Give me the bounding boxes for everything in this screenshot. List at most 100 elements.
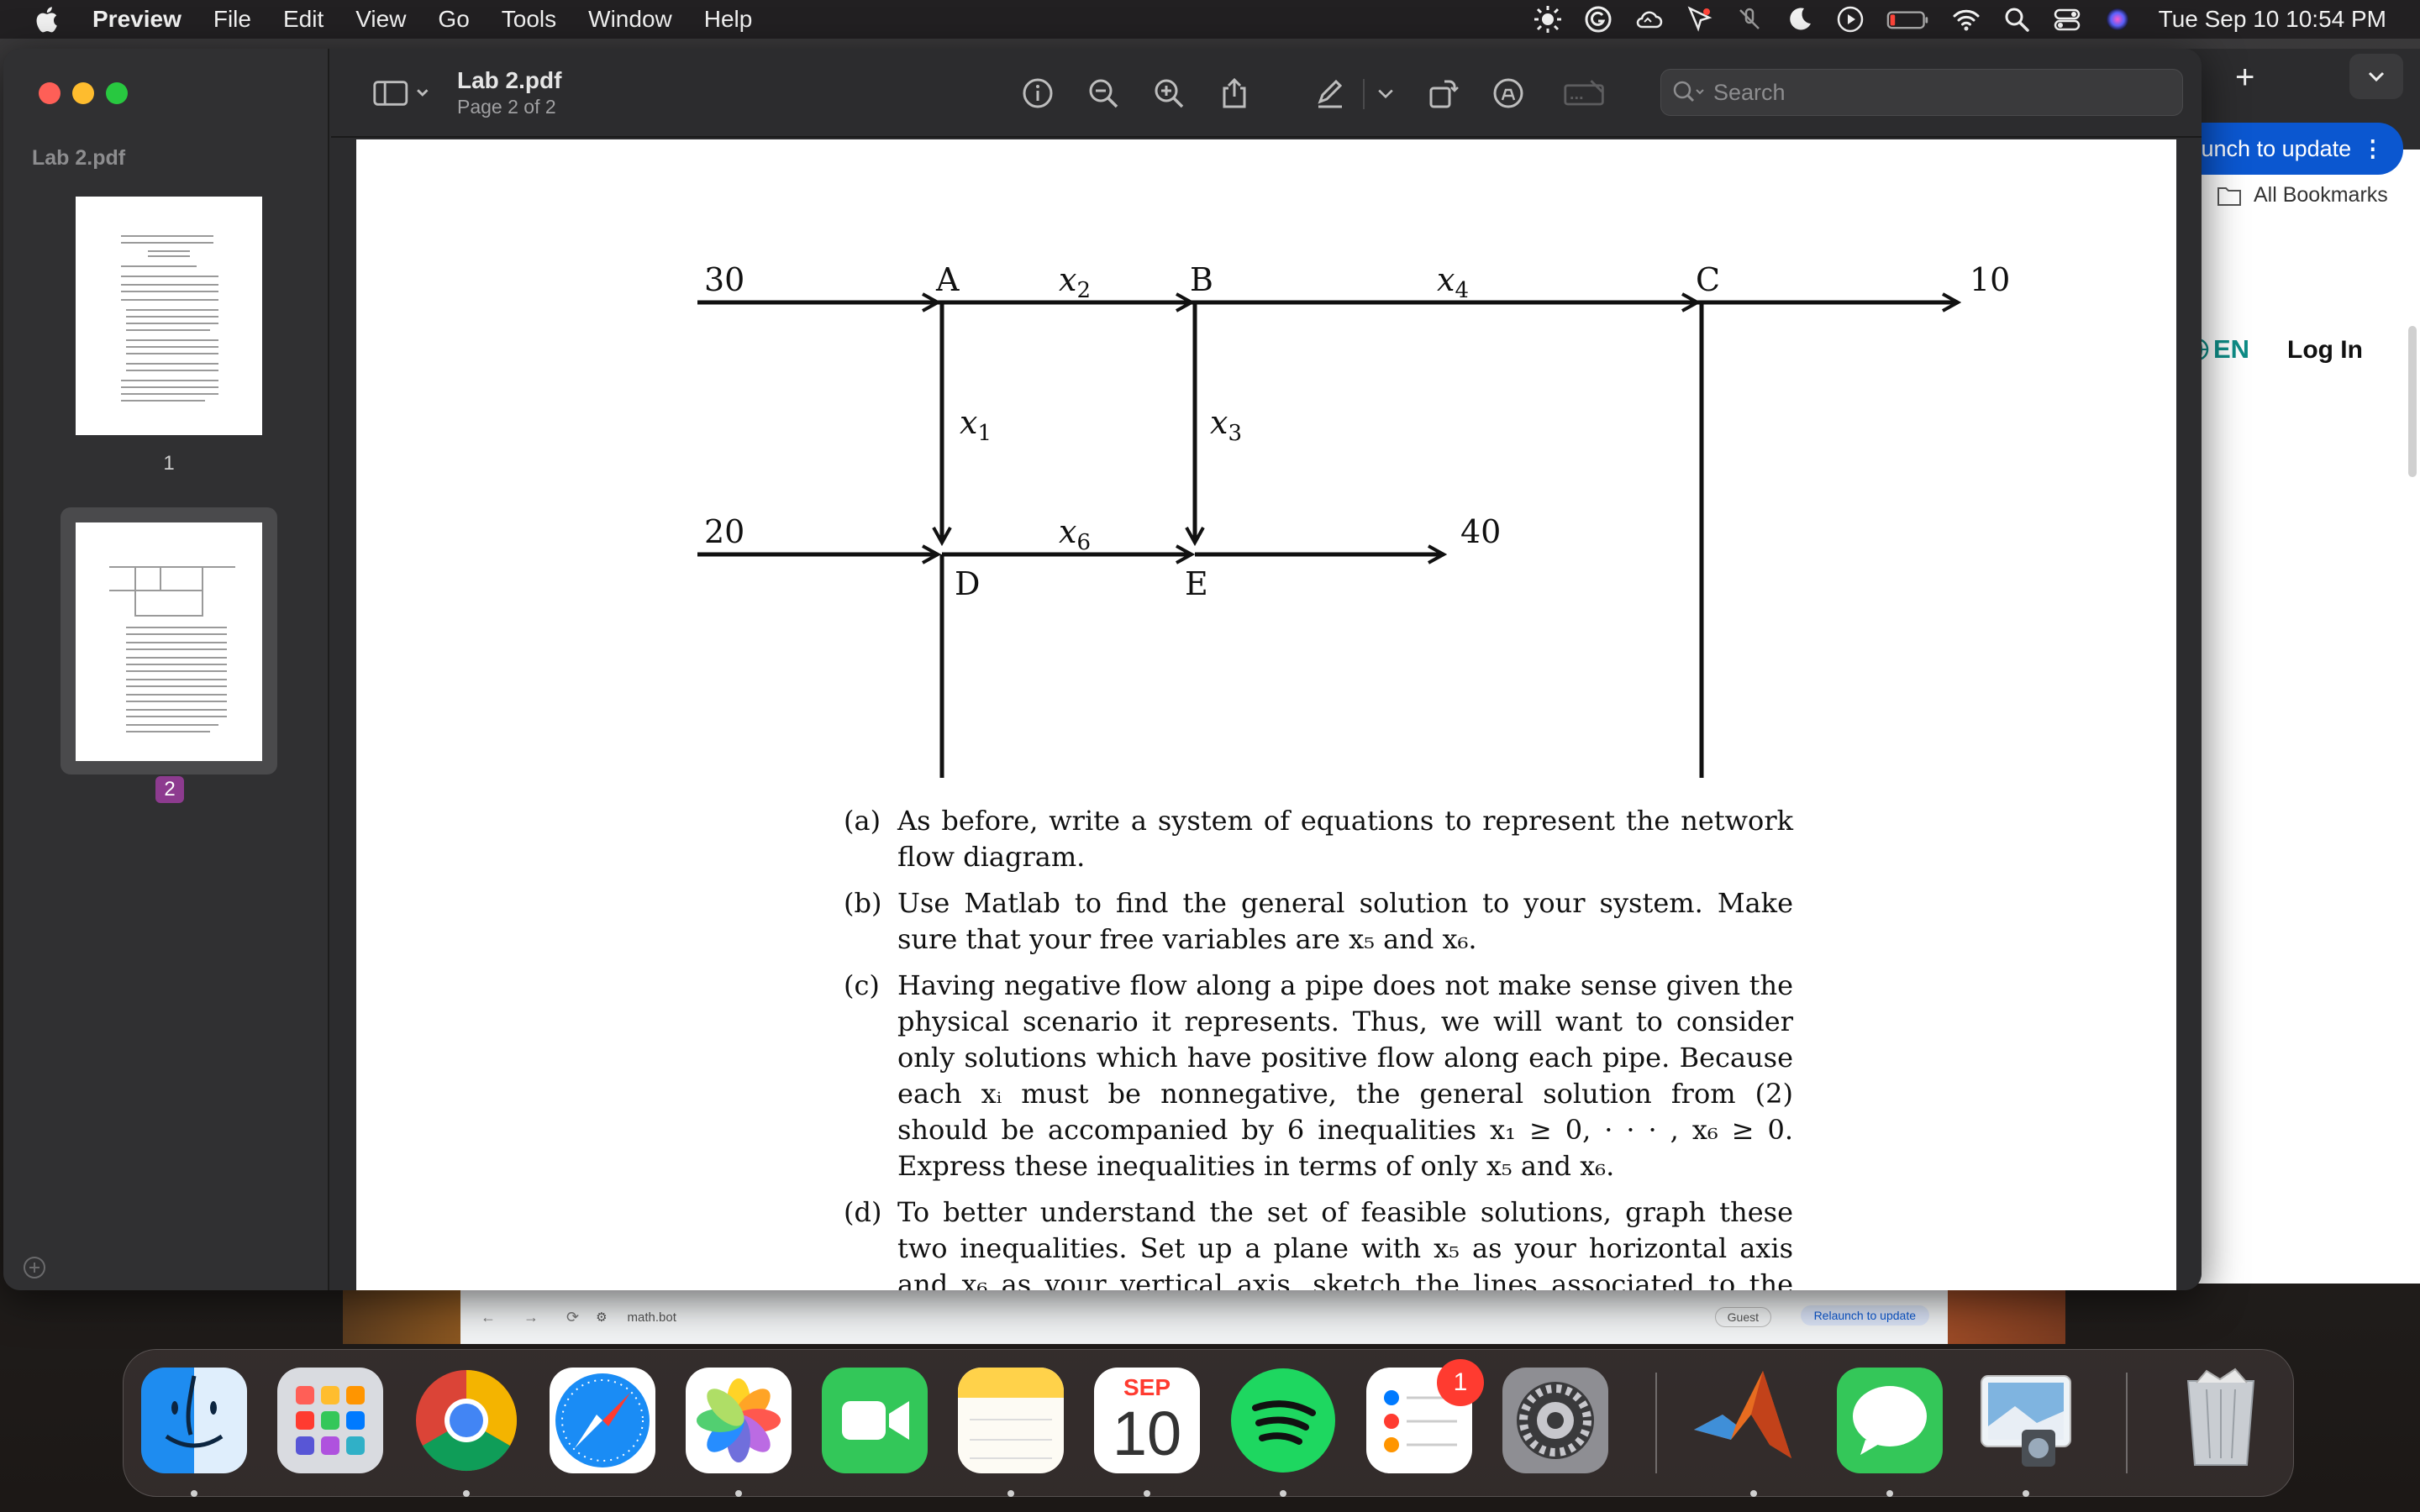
question-text: To better understand the set of feasible… — [897, 1196, 1793, 1290]
menu-app-preview[interactable]: Preview — [92, 6, 182, 33]
dock-preview[interactable] — [1973, 1368, 2079, 1473]
markup-pen-button[interactable] — [1311, 74, 1349, 113]
node-d-label: D — [955, 565, 980, 602]
question-a: (a) As before, write a system of equatio… — [844, 803, 1793, 875]
menu-go[interactable]: Go — [438, 6, 469, 33]
preview-window: Lab 2.pdf 1 2 Lab 2.pdf Page 2 of 2 Sear… — [3, 49, 2202, 1290]
zoom-in-button[interactable] — [1150, 74, 1188, 113]
question-c: (c) Having negative flow along a pipe do… — [844, 968, 1793, 1184]
menubar: Preview File Edit View Go Tools Window H… — [0, 0, 2420, 39]
minimize-window-button[interactable] — [72, 82, 94, 104]
apple-menu-icon[interactable] — [34, 5, 59, 34]
var-x4-label: x4 — [1437, 261, 1469, 303]
menu-window[interactable]: Window — [588, 6, 672, 33]
menubar-clock[interactable]: Tue Sep 10 10:54 PM — [2159, 6, 2386, 33]
scrollbar[interactable] — [2408, 326, 2417, 477]
site-info-icon[interactable]: ⚙ — [596, 1310, 607, 1325]
status-area: Tue Sep 10 10:54 PM — [1513, 0, 2386, 39]
dock-photos[interactable] — [686, 1368, 792, 1473]
dock-launchpad[interactable] — [277, 1368, 383, 1473]
menu-view[interactable]: View — [355, 6, 406, 33]
running-indicator — [463, 1490, 470, 1497]
close-window-button[interactable] — [39, 82, 60, 104]
wifi-icon[interactable] — [1950, 3, 1982, 35]
dock-notes[interactable] — [958, 1368, 1064, 1473]
node-e-label: E — [1185, 565, 1208, 602]
zoom-out-icon — [1089, 79, 1118, 108]
running-indicator — [1280, 1490, 1286, 1497]
menu-help[interactable]: Help — [704, 6, 753, 33]
cloud-sync-icon[interactable] — [1633, 3, 1665, 35]
relaunch-to-update-button[interactable]: Relaunch to update ⋮ — [2185, 123, 2403, 175]
new-tab-icon[interactable]: + — [2235, 59, 2254, 97]
mic-off-icon[interactable] — [1733, 3, 1765, 35]
markup-menu-button[interactable] — [1373, 74, 1398, 113]
question-label: (b) — [844, 887, 882, 919]
zoom-window-button[interactable] — [106, 82, 128, 104]
dock-calendar[interactable]: SEP 10 — [1094, 1368, 1200, 1473]
question-label: (d) — [844, 1196, 882, 1228]
cursor-icon[interactable] — [1683, 3, 1715, 35]
sidebar-toggle-button[interactable] — [370, 74, 437, 113]
siri-icon[interactable] — [2102, 3, 2133, 35]
dock-matlab[interactable] — [1689, 1364, 1795, 1470]
annotate-button[interactable] — [1489, 74, 1528, 113]
page-thumbnail-1[interactable] — [76, 197, 262, 435]
matlab-icon — [1694, 1371, 1791, 1458]
facetime-icon — [842, 1401, 909, 1440]
grammarly-icon[interactable] — [1582, 3, 1614, 35]
outflow-10-label: 10 — [1970, 261, 2010, 298]
dock-finder[interactable] — [141, 1368, 247, 1473]
menu-file[interactable]: File — [213, 6, 251, 33]
document-viewport[interactable]: 30 20 10 40 A B C D E x2 x4 x1 x3 x6 x5 … — [331, 139, 2202, 1290]
question-text: Having negative flow along a pipe does n… — [897, 969, 1793, 1182]
sidebar-icon — [373, 81, 429, 106]
nav-buttons-icon[interactable]: ← → ⟳ — [481, 1309, 591, 1326]
share-button[interactable] — [1215, 74, 1254, 113]
dock-messages[interactable] — [1837, 1368, 1943, 1473]
rotate-button[interactable] — [1423, 74, 1462, 113]
page-indicator: Page 2 of 2 — [457, 96, 556, 118]
search-input[interactable] — [1713, 79, 2167, 106]
control-center-icon[interactable] — [2051, 3, 2083, 35]
chrome-icon — [416, 1370, 518, 1472]
moon-icon[interactable] — [1784, 3, 1816, 35]
rotate-icon — [1429, 80, 1459, 108]
toolbar-divider — [1363, 79, 1365, 109]
search-field[interactable] — [1660, 69, 2183, 116]
question-label: (a) — [844, 805, 881, 837]
messages-icon — [1853, 1386, 1927, 1455]
folder-icon — [2217, 186, 2241, 206]
notes-icon — [958, 1368, 1064, 1459]
menu-tools[interactable]: Tools — [502, 6, 556, 33]
running-indicator — [1144, 1490, 1150, 1497]
form-filling-button[interactable] — [1561, 74, 1608, 113]
dock-facetime[interactable] — [822, 1368, 928, 1473]
zoom-out-button[interactable] — [1084, 74, 1123, 113]
inflow-20-label: 20 — [704, 513, 744, 550]
battery-icon[interactable] — [1885, 3, 1932, 35]
dock-safari[interactable] — [550, 1368, 655, 1473]
add-circle-icon[interactable] — [22, 1255, 47, 1280]
all-bookmarks-button[interactable]: All Bookmarks — [2217, 183, 2388, 207]
url-text[interactable]: math.bot — [628, 1310, 676, 1325]
finder-icon — [165, 1375, 224, 1448]
info-button[interactable] — [1018, 74, 1057, 113]
running-indicator — [1007, 1490, 1014, 1497]
var-x3-label: x3 — [1210, 404, 1242, 446]
dock-trash[interactable] — [2168, 1364, 2274, 1470]
play-icon[interactable] — [1834, 3, 1866, 35]
dock-spotify[interactable] — [1230, 1368, 1336, 1473]
page-thumbnail-2[interactable] — [76, 522, 262, 761]
relaunch-button-small[interactable]: Relaunch to update — [1800, 1305, 1929, 1326]
spotlight-icon[interactable] — [2001, 3, 2033, 35]
brightness-icon[interactable] — [1532, 3, 1564, 35]
tab-search-button[interactable] — [2349, 54, 2403, 99]
log-in-link[interactable]: Log In — [2287, 336, 2363, 365]
menu-edit[interactable]: Edit — [283, 6, 324, 33]
dock-chrome[interactable] — [413, 1368, 519, 1473]
question-label: (c) — [844, 969, 880, 1001]
guest-profile-button[interactable]: Guest — [1714, 1307, 1771, 1327]
dock-system-settings[interactable] — [1502, 1368, 1608, 1473]
running-indicator — [1750, 1490, 1757, 1497]
